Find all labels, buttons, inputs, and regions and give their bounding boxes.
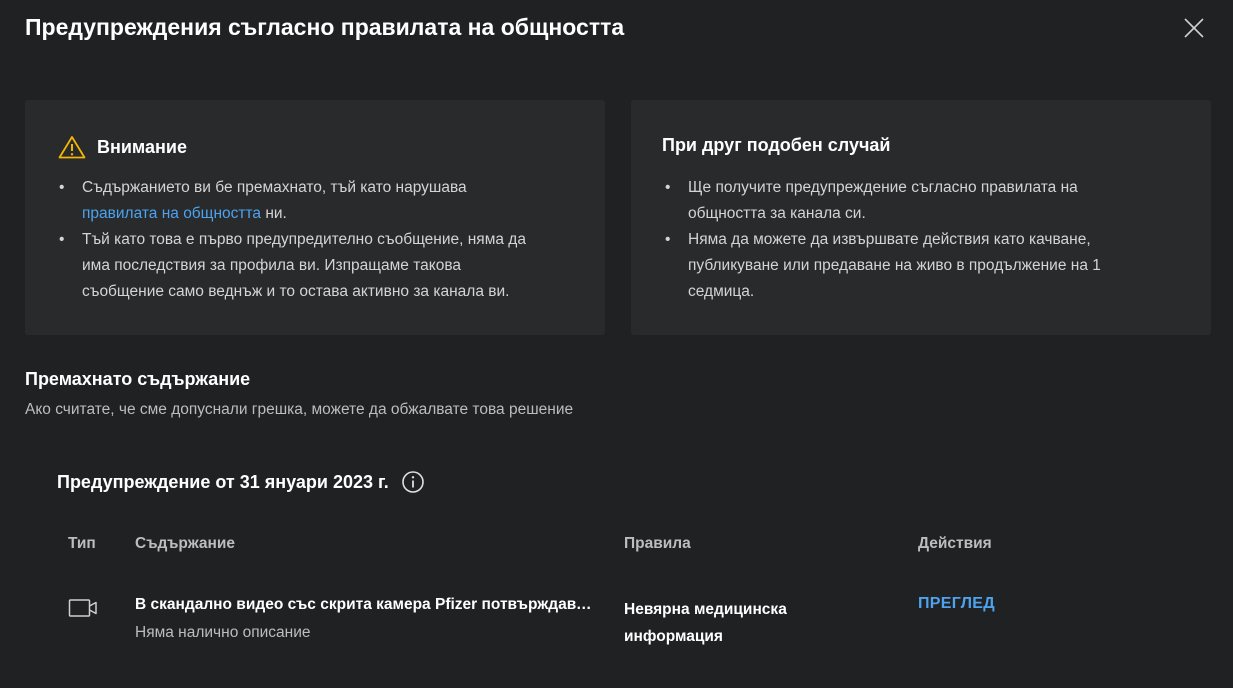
next-time-card: При друг подобен случай Ще получите пред… [631,100,1211,335]
removed-content-subtitle: Ако считате, че сме допуснали грешка, мо… [25,401,574,418]
bullet-text: има последствия за профила ви. Изпращаме… [82,257,462,274]
removed-content-title: Премахнато съдържание [25,369,251,389]
dialog-title: Предупреждения съгласно правилата на общ… [25,14,625,40]
strike-heading-text: Предупреждение от 31 януари 2023 г. [57,471,389,492]
next-time-bullets: Ще получите предупреждение съгласно прав… [665,175,1185,305]
column-header-policy: Правила [624,535,691,552]
warning-triangle-icon [58,136,86,159]
bullet-text: Няма да можете да извършвате действия ка… [688,231,1091,248]
warning-heading-text: Внимание [97,136,187,157]
column-header-type: Тип [68,535,96,552]
strikes-dialog: Предупреждения съгласно правилата на общ… [0,0,1233,688]
content-title-link[interactable]: В скандално видео със скрита камера Pfiz… [135,596,595,614]
list-item: Тъй като това е първо предупредително съ… [59,227,579,305]
list-item: Съдържанието ви бе премахнато, тъй като … [59,175,579,227]
bullet-text: съобщение само веднъж и то остава активн… [82,283,510,300]
video-camera-icon [68,599,97,617]
bullet-text: Ще получите предупреждение съгласно прав… [688,179,1078,196]
bullet-text: ни. [261,205,287,222]
bullet-continuation: правилата на общността ни. [82,201,579,227]
bullet-text: публикуване или предаване на живо в прод… [688,257,1101,274]
bullet-text: седмица. [688,283,755,300]
bullet-text: Съдържанието ви бе премахнато, тъй като … [82,179,467,196]
content-description: Няма налично описание [135,624,311,641]
warning-bullets: Съдържанието ви бе премахнато, тъй като … [59,175,579,305]
bullet-text: Тъй като това е първо предупредително съ… [82,231,526,248]
close-button[interactable] [1180,14,1208,42]
close-icon [1184,18,1204,38]
policy-cell: Невярна медицинска информация [624,596,844,650]
bullet-text: общността за канала си. [688,205,866,222]
policy-text: Невярна медицинска [624,601,787,618]
info-icon[interactable] [401,470,425,494]
column-header-actions: Действия [918,535,992,552]
next-time-heading: При друг подобен случай [662,135,891,155]
community-guidelines-link[interactable]: правилата на общността [82,205,261,222]
list-item: Няма да можете да извършвате действия ка… [665,227,1185,305]
warning-card-heading: Внимание [58,135,187,159]
policy-text: информация [624,628,723,645]
review-button[interactable]: ПРЕГЛЕД [918,595,995,613]
list-item: Ще получите предупреждение съгласно прав… [665,175,1185,227]
warning-card: Внимание Съдържанието ви бе премахнато, … [25,100,605,335]
strike-heading: Предупреждение от 31 януари 2023 г. [57,470,425,494]
column-header-content: Съдържание [135,535,236,552]
